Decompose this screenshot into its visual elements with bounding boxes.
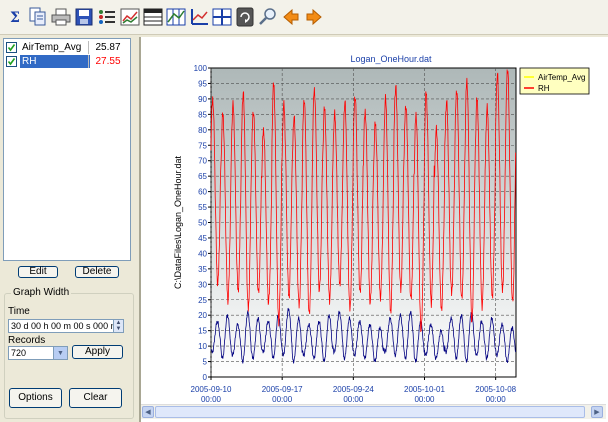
time-spinner[interactable]: ▲ ▼ [113,320,123,332]
legend-label: AirTemp_Avg [538,73,585,82]
chart-axis-icon[interactable] [187,4,211,30]
chart: Logan_OneHour.dat C:\DataFiles\Logan_One… [173,54,590,404]
y-axis-label: C:\DataFiles\Logan_OneHour.dat [173,155,183,289]
chevron-down-icon[interactable]: ▼ [53,347,67,359]
trace-name: AirTemp_Avg [22,42,82,53]
trace-value: 25.87 [88,41,127,54]
y-tick-label: 25 [198,296,207,305]
list-icon[interactable] [95,4,119,30]
y-tick-label: 70 [198,157,207,166]
x-tick-label: 2005-10-08 [475,385,516,394]
time-input[interactable]: 30 d 00 h 00 m 00 s 000 ms ▲ ▼ [8,319,124,333]
edit-button[interactable]: Edit [18,266,58,278]
group-legend: Graph Width [11,287,72,298]
y-tick-label: 10 [198,342,207,351]
y-tick-label: 100 [194,64,208,73]
x-tick-label: 2005-09-17 [262,385,303,394]
y-tick-label: 5 [203,358,208,367]
y-tick-label: 75 [198,141,207,150]
legend-label: RH [538,84,550,93]
arrow-right-icon[interactable] [302,4,326,30]
records-value: 720 [11,348,27,358]
table-icon[interactable] [141,4,165,30]
records-label: Records [8,335,46,346]
time-label: Time [8,306,30,317]
chart-title: Logan_OneHour.dat [350,54,432,64]
x-tick-label: 2005-10-01 [404,385,445,394]
trace-row-airtemp[interactable]: AirTemp_Avg 25.87 [4,41,130,54]
clear-button[interactable]: Clear [69,388,122,408]
left-panel: AirTemp_Avg 25.87 RH 27.55 Edit Delete G… [0,35,137,422]
refresh-icon[interactable] [233,4,257,30]
x-tick-label: 00:00 [201,395,222,403]
arrow-left-icon[interactable] [279,4,303,30]
trace-checkbox[interactable] [6,56,17,67]
x-tick-label: 2005-09-24 [333,385,374,394]
legend: AirTemp_Avg RH [519,67,590,95]
y-tick-label: 30 [198,280,207,289]
y-tick-label: 50 [198,219,207,228]
x-tick-label: 2005-09-10 [191,385,232,394]
trace-list[interactable]: AirTemp_Avg 25.87 RH 27.55 [3,38,131,261]
sigma-icon[interactable]: Σ [3,4,27,30]
y-tick-label: 90 [198,95,207,104]
crosshair-icon[interactable] [210,4,234,30]
trace-row-rh[interactable]: RH 27.55 [4,55,130,68]
scroll-thumb[interactable] [155,406,585,418]
grid-icon[interactable] [164,4,188,30]
y-tick-label: 80 [198,126,207,135]
trace-checkbox[interactable] [6,42,17,53]
y-tick-label: 85 [198,110,207,119]
y-tick-label: 95 [198,79,207,88]
copy-icon[interactable] [26,4,50,30]
records-combo[interactable]: 720 ▼ [8,346,68,360]
zoom-icon[interactable] [256,4,280,30]
horizontal-scrollbar[interactable]: ◀ ▶ [141,404,606,419]
graph-area: Logan_OneHour.dat C:\DataFiles\Logan_One… [139,37,608,422]
y-tick-label: 15 [198,327,207,336]
y-tick-label: 0 [203,373,208,382]
trace-name: RH [20,55,90,68]
delete-button[interactable]: Delete [75,266,119,278]
x-tick-label: 00:00 [272,395,293,403]
y-tick-label: 40 [198,249,207,258]
y-tick-label: 20 [198,311,207,320]
y-tick-label: 45 [198,234,207,243]
save-icon[interactable] [72,4,96,30]
apply-button[interactable]: Apply [72,345,123,359]
y-tick-label: 65 [198,172,207,181]
options-button[interactable]: Options [9,388,62,408]
x-tick-label: 00:00 [414,395,435,403]
trace-value: 27.55 [88,55,127,68]
y-tick-label: 55 [198,203,207,212]
scroll-left-icon[interactable]: ◀ [142,406,154,418]
toolbar: Σ [0,0,608,35]
chart-line-icon[interactable] [118,4,142,30]
y-tick-label: 35 [198,265,207,274]
scroll-right-icon[interactable]: ▶ [591,406,603,418]
x-tick-label: 00:00 [343,395,364,403]
svg-text:Σ: Σ [10,10,20,25]
time-value: 30 d 00 h 00 m 00 s 000 ms [11,321,123,331]
x-tick-label: 00:00 [486,395,507,403]
print-icon[interactable] [49,4,73,30]
y-tick-label: 60 [198,188,207,197]
